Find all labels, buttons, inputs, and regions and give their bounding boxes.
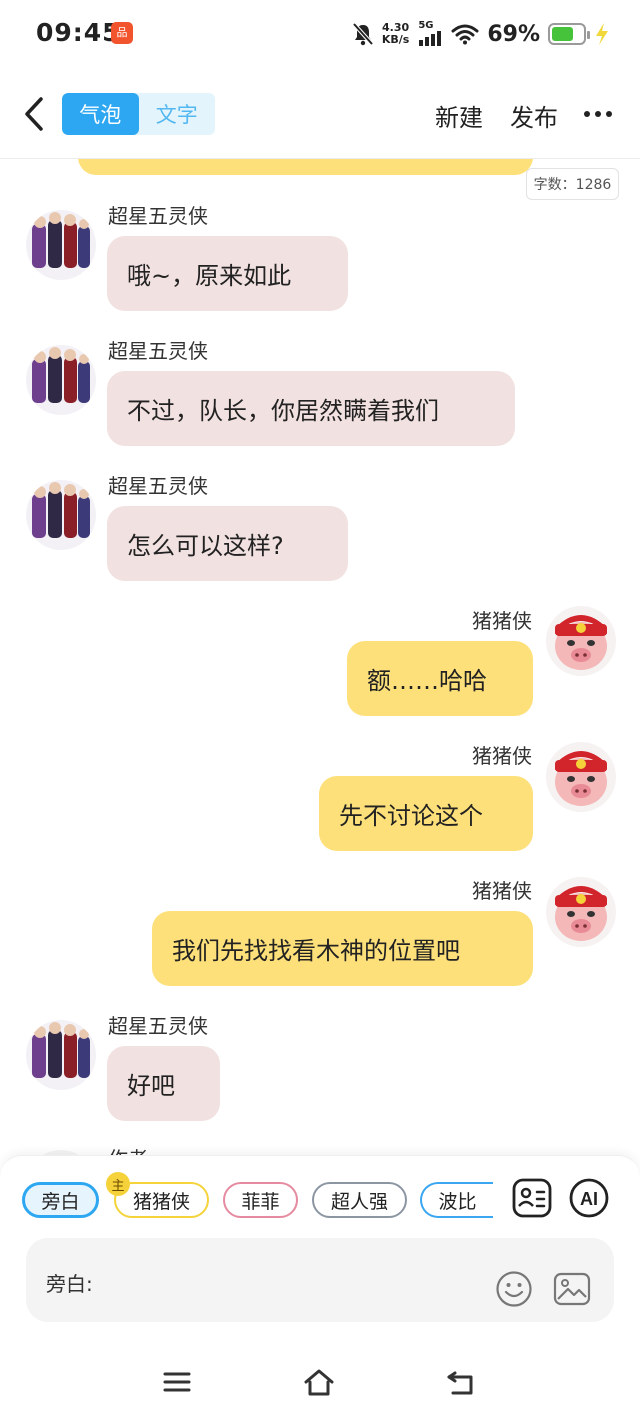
message-bubble[interactable]: 我们先找找看木神的位置吧 xyxy=(152,911,533,986)
charging-bolt-icon xyxy=(596,23,608,45)
avatar-pig-hero[interactable] xyxy=(546,742,616,812)
avatar-super-star-five[interactable] xyxy=(26,210,96,280)
role-chip-bobby[interactable]: 波比 xyxy=(420,1182,493,1218)
mute-bell-icon xyxy=(352,22,374,46)
role-manage-button[interactable] xyxy=(512,1178,552,1218)
main-role-badge: 主 xyxy=(106,1172,130,1196)
top-header: 气泡 文字 新建 发布 xyxy=(0,80,640,152)
back-arrow-icon xyxy=(25,97,43,131)
ai-label: AI xyxy=(580,1189,598,1209)
message-bubble[interactable]: 好吧 xyxy=(107,1046,220,1121)
cellular-signal-icon: 5G xyxy=(417,20,443,46)
publish-button[interactable]: 发布 xyxy=(510,98,558,133)
message-input[interactable]: 旁白: xyxy=(26,1238,614,1322)
avatar-super-star-five[interactable] xyxy=(26,480,96,550)
home-icon[interactable] xyxy=(302,1367,336,1397)
avatar-super-star-five[interactable] xyxy=(26,345,96,415)
avatar-pig-hero[interactable] xyxy=(546,606,616,676)
sender-name: 超星五灵侠 xyxy=(108,204,208,228)
message-bubble[interactable]: 哦~，原来如此 xyxy=(107,236,348,311)
network-speed: 4.30 KB/s xyxy=(382,22,409,46)
avatar-super-star-five[interactable] xyxy=(26,1020,96,1090)
role-chip-narrator[interactable]: 旁白 xyxy=(22,1182,99,1218)
tab-text[interactable]: 文字 xyxy=(139,93,216,135)
battery-icon xyxy=(548,23,590,45)
ai-button[interactable]: AI xyxy=(569,1178,609,1218)
composer-panel: 旁白 猪猪侠 主 菲菲 超人强 波比 AI 旁白: xyxy=(0,1155,640,1345)
message-bubble[interactable]: 怎么可以这样? xyxy=(107,506,348,581)
more-dot-icon xyxy=(595,111,601,117)
back-button[interactable] xyxy=(16,92,52,136)
sender-name: 超星五灵侠 xyxy=(108,1014,208,1038)
battery-level-fill xyxy=(552,27,573,41)
network-speed-unit: KB/s xyxy=(381,33,410,46)
bubble-text-mode-toggle: 气泡 文字 xyxy=(62,93,215,135)
system-navigation-bar xyxy=(0,1345,640,1422)
emoji-icon[interactable] xyxy=(495,1270,533,1308)
avatar-pig-hero[interactable] xyxy=(546,877,616,947)
back-nav-icon[interactable] xyxy=(444,1367,478,1397)
message-bubble[interactable]: 先不讨论这个 xyxy=(319,776,533,851)
sender-name: 猪猪侠 xyxy=(472,744,532,768)
input-role-label: 旁白: xyxy=(46,1272,93,1296)
app-notification-icon: 品 xyxy=(111,22,133,44)
more-dot-icon xyxy=(606,111,612,117)
more-dot-icon xyxy=(584,111,590,117)
contact-card-icon xyxy=(512,1178,552,1218)
status-time: 09:45 xyxy=(36,18,121,47)
role-chip-feifei[interactable]: 菲菲 xyxy=(223,1182,298,1218)
word-count-badge: 字数：1286 xyxy=(526,168,619,200)
signal-type: 5G xyxy=(418,20,434,31)
new-button[interactable]: 新建 xyxy=(435,98,483,133)
status-bar: 09:45 品 4.30 KB/s 5G 69% xyxy=(0,0,640,68)
sender-name: 超星五灵侠 xyxy=(108,474,208,498)
ai-icon: AI xyxy=(569,1178,609,1218)
tab-bubble[interactable]: 气泡 xyxy=(62,93,139,135)
sender-name: 作者 xyxy=(108,1143,148,1155)
message-bubble[interactable]: 不过，队长，你居然瞒着我们 xyxy=(107,371,515,446)
role-chip-superman[interactable]: 超人强 xyxy=(312,1182,407,1218)
message-bubble-partial[interactable] xyxy=(78,159,533,175)
message-bubble[interactable]: 额……哈哈 xyxy=(347,641,533,716)
sender-name: 猪猪侠 xyxy=(472,879,532,903)
status-icons: 4.30 KB/s 5G 69% xyxy=(352,16,610,52)
battery-percent: 69% xyxy=(487,21,540,47)
sender-name: 超星五灵侠 xyxy=(108,339,208,363)
more-options-button[interactable] xyxy=(584,102,612,126)
wifi-icon xyxy=(451,24,479,45)
sender-name: 猪猪侠 xyxy=(472,609,532,633)
chat-area[interactable]: 字数：1286 超星五灵侠 哦~，原来如此 超星五灵侠 不过，队长，你居然瞒着我… xyxy=(0,159,640,1155)
menu-icon[interactable] xyxy=(160,1367,194,1397)
image-icon[interactable] xyxy=(553,1270,591,1308)
